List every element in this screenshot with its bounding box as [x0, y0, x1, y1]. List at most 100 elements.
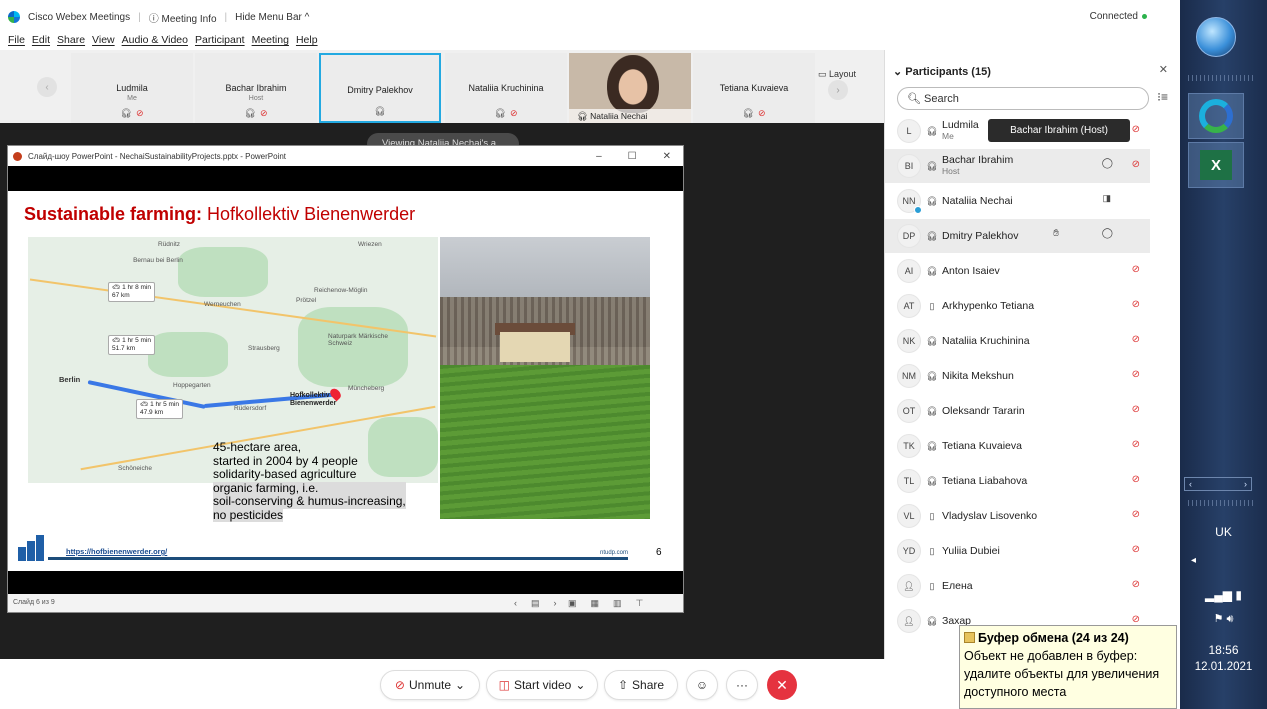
share-label: Share — [632, 678, 665, 692]
university-logo-icon — [18, 533, 44, 561]
slideshow-view-icon[interactable]: ⊤ — [636, 594, 644, 612]
participant-row[interactable]: NN 🎧︎ Nataliia Nechai ◨ — [885, 184, 1150, 218]
map-city: Schöneiche — [118, 465, 152, 472]
chevron-left-icon[interactable]: ‹ — [37, 77, 57, 97]
map-city-berlin: Berlin — [59, 375, 81, 384]
route-time: 1 hr 5 min — [150, 401, 179, 408]
participants-header[interactable]: ⌄ Participants (15) — [893, 65, 991, 78]
video-tile[interactable]: Bachar Ibrahim Host 🎧︎ ⊘ — [195, 53, 317, 123]
close-panel-button[interactable]: ✕ — [1159, 63, 1168, 76]
slide-sorter-icon[interactable]: ▤ — [531, 594, 540, 612]
headset-icon: 🎧︎ — [244, 108, 256, 118]
participant-row[interactable]: DP 🎧︎ Dmitry Palekhov ✋︎ ◯ — [885, 219, 1150, 253]
chevron-right-icon[interactable]: › — [828, 80, 848, 100]
tray-expand-icon[interactable]: ◂ — [1150, 555, 1237, 566]
video-tile[interactable]: Nataliia Kruchinina 🎧︎ ⊘ — [445, 53, 567, 123]
map-city: Bernau bei Berlin — [133, 257, 183, 264]
menu-meeting[interactable]: Meeting — [252, 34, 289, 50]
headset-icon: 🎧︎ — [926, 230, 938, 241]
webex-app-icon — [1199, 99, 1233, 133]
taskbar-scroll[interactable]: ‹ › — [1184, 477, 1252, 491]
menu-edit[interactable]: Edit — [32, 34, 50, 50]
scroll-left-icon[interactable]: ‹ — [1189, 478, 1192, 490]
chat-bubble-icon[interactable]: ◯ — [1102, 158, 1113, 169]
participant-row[interactable]: 👤︎ ▯ Елена ⊘ — [885, 569, 1150, 603]
participant-search-input[interactable]: 🔍︎ Search — [897, 87, 1149, 110]
taskbar-excel-button[interactable]: X — [1188, 142, 1244, 188]
layout-button[interactable]: ▭ Layout — [818, 69, 856, 80]
menu-file[interactable]: File — [8, 34, 25, 50]
slide-website-link[interactable]: https://hofbienenwerder.org/ — [66, 547, 167, 556]
scroll-right-icon[interactable]: › — [1244, 478, 1247, 490]
tile-name: Bachar Ibrahim — [225, 83, 287, 93]
participant-row[interactable]: YD ▯ Yuliia Dubiei ⊘ — [885, 534, 1150, 568]
next-slide-button[interactable]: › — [554, 594, 557, 612]
video-tile-active-speaker[interactable]: Dmitry Palekhov 🎧︎ — [319, 53, 441, 123]
phone-icon: ▯ — [929, 510, 935, 521]
sort-list-icon[interactable]: ⁝≡ — [1157, 90, 1168, 104]
clipboard-notification[interactable]: Буфер обмена (24 из 24) Объект не добавл… — [959, 625, 1177, 709]
ppt-minimize-button[interactable]: – — [596, 151, 602, 162]
title-bar: Cisco Webex Meetings | ⓘ Meeting Info | … — [0, 0, 1180, 34]
menu-audio-video[interactable]: Audio & Video — [122, 34, 188, 50]
video-tile-camera[interactable]: 🎧︎ Nataliia Nechai — [569, 53, 691, 123]
slide-page-number: 6 — [656, 547, 662, 558]
more-options-button[interactable]: ··· — [726, 670, 758, 700]
taskbar-webex-button[interactable] — [1188, 93, 1244, 139]
menu-view[interactable]: View — [92, 34, 115, 50]
participant-row[interactable]: BI 🎧︎ Bachar Ibrahim Host ◯ ⊘ — [885, 149, 1150, 183]
participant-row[interactable]: OT 🎧︎ Oleksandr Tararin ⊘ — [885, 394, 1150, 428]
flag-icon[interactable]: ⚑ — [1214, 613, 1227, 625]
unmute-button[interactable]: ⊘ Unmute ⌄ — [380, 670, 480, 700]
avatar: BI — [897, 154, 921, 178]
car-icon: 🚗︎ — [140, 401, 151, 408]
hide-menu-bar-button[interactable]: Hide Menu Bar ^ — [235, 12, 309, 23]
slide-navigation: ‹ ▤ › — [514, 594, 557, 612]
leave-meeting-button[interactable]: ✕ — [767, 670, 797, 700]
menu-participant[interactable]: Participant — [195, 34, 245, 50]
start-video-button[interactable]: ◫ Start video ⌄ — [486, 670, 598, 700]
avatar: TL — [897, 469, 921, 493]
participant-row[interactable]: AT ▯ Arkhypenko Tetiana ⊘ — [885, 289, 1150, 323]
clock-time[interactable]: 18:56 — [1180, 643, 1267, 657]
participant-row[interactable]: NK 🎧︎ Nataliia Kruchinina ⊘ — [885, 324, 1150, 358]
chevron-down-icon[interactable]: ⌄ — [575, 678, 585, 692]
sorter-view-icon[interactable]: ▦ — [591, 594, 600, 612]
share-button[interactable]: ⇧ Share — [604, 670, 678, 700]
route-time: 1 hr 5 min — [122, 337, 151, 344]
slide: Sustainable farming: Hofkollektiv Bienen… — [8, 191, 683, 571]
ppt-maximize-button[interactable]: ☐ — [628, 151, 637, 162]
participant-row[interactable]: TL 🎧︎ Tetiana Liabahova ⊘ — [885, 464, 1150, 498]
mic-muted-icon: ⊘ — [1131, 264, 1140, 275]
chat-bubble-icon[interactable]: ◯ — [1102, 228, 1113, 239]
meeting-info-label: Meeting Info — [161, 13, 217, 25]
meeting-info-button[interactable]: ⓘ Meeting Info — [149, 10, 217, 25]
slide-text-line: started in 2004 by 4 people — [213, 453, 358, 468]
menu-share[interactable]: Share — [57, 34, 85, 50]
slide-footer-bar — [48, 557, 628, 560]
prev-slide-button[interactable]: ‹ — [514, 594, 517, 612]
headset-icon: 🎧︎ — [926, 405, 938, 416]
participant-name-block: Bachar Ibrahim Host — [942, 155, 1013, 177]
chevron-down-icon[interactable]: ⌄ — [455, 678, 465, 692]
menu-help[interactable]: Help — [296, 34, 318, 50]
reading-view-icon[interactable]: ▥ — [613, 594, 622, 612]
signal-icon[interactable]: ▂▄▆ — [1205, 588, 1235, 602]
participant-row[interactable]: TK 🎧︎ Tetiana Kuvaieva ⊘ — [885, 429, 1150, 463]
clock-date[interactable]: 12.01.2021 — [1180, 661, 1267, 673]
battery-icon[interactable]: ▮ — [1235, 588, 1242, 602]
participant-row[interactable]: VL ▯ Vladyslav Lisovenko ⊘ — [885, 499, 1150, 533]
ppt-close-button[interactable]: ✕ — [663, 151, 671, 162]
mic-muted-icon: ⊘ — [394, 678, 405, 692]
volume-icon[interactable]: 🔊︎ — [1226, 613, 1233, 625]
language-indicator[interactable]: UK — [1180, 525, 1267, 539]
participant-row[interactable]: AI 🎧︎ Anton Isaiev ⊘ — [885, 254, 1150, 288]
title-separator: | — [224, 11, 228, 23]
normal-view-icon[interactable]: ▣ — [568, 594, 577, 612]
start-button-icon[interactable] — [1196, 17, 1236, 57]
video-tile[interactable]: Ludmila Me 🎧︎ ⊘ — [71, 53, 193, 123]
video-tile[interactable]: Tetiana Kuvaieva 🎧︎ ⊘ — [693, 53, 815, 123]
reactions-button[interactable]: ☺ — [686, 670, 718, 700]
participant-row[interactable]: NM 🎧︎ Nikita Mekshun ⊘ — [885, 359, 1150, 393]
route-time-chip: 🚗︎ 1 hr 5 min 47.9 km — [136, 399, 183, 419]
